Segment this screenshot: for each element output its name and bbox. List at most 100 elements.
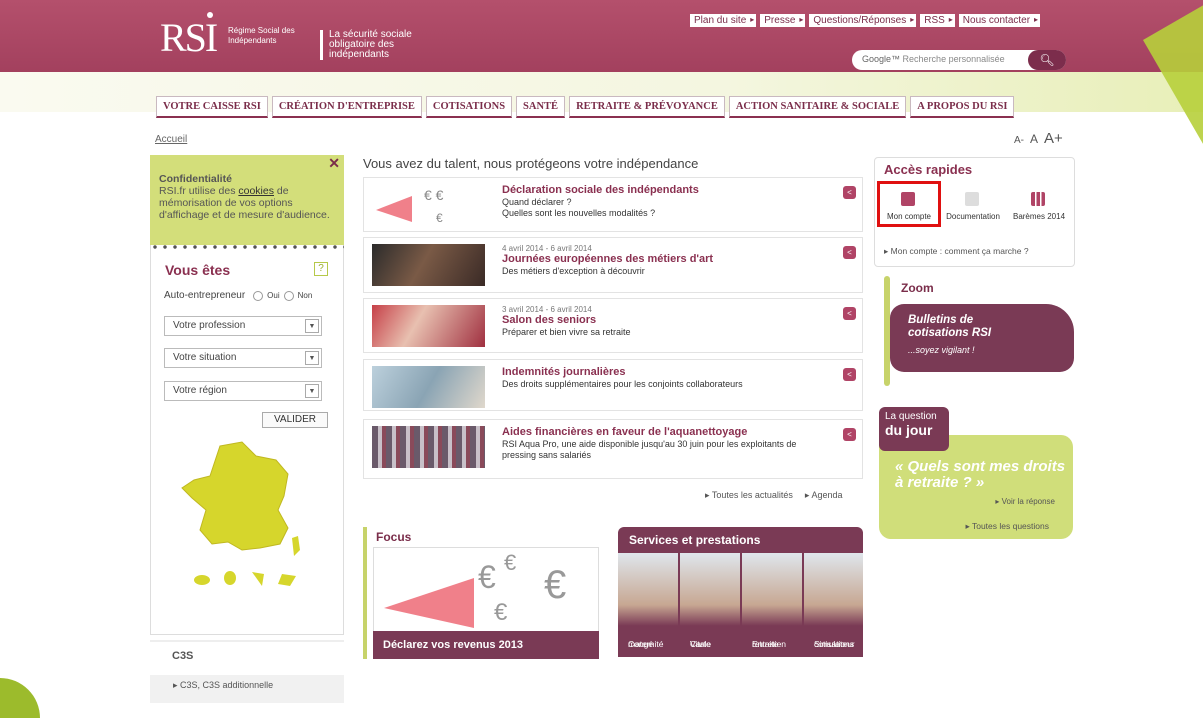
focus-block[interactable]: Focus € € € € Déclarez vos revenus 2013 [363, 527, 601, 659]
all-news-link[interactable]: ▸ Toutes les actualités [705, 490, 793, 501]
share-icon[interactable]: < [843, 186, 856, 199]
radio-non[interactable] [283, 290, 294, 301]
acces-rapides: Accès rapides Mon compte Documentation B… [874, 157, 1075, 267]
nav-a-propos[interactable]: A PROPOS DU RSI [910, 96, 1015, 118]
decor-wave [0, 678, 40, 718]
svg-text:€ €: € € [424, 187, 444, 203]
france-mainland[interactable] [181, 441, 289, 551]
focus-caption[interactable]: Déclarez vos revenus 2013 [373, 631, 599, 659]
documentation-label: Documentation [946, 212, 1000, 221]
chevron-down-icon: ▼ [305, 319, 319, 333]
question-tag-big: du jour [885, 422, 933, 438]
news-item[interactable]: Indemnités journalières Des droits suppl… [363, 359, 863, 411]
news-title[interactable]: Aides financières en faveur de l'aquanet… [502, 426, 832, 439]
baremes-button[interactable]: Barèmes 2014 [1007, 184, 1071, 228]
news-title[interactable]: Journées européennes des métiers d'art [502, 253, 832, 266]
search-icon[interactable]: 🔍︎ [1028, 50, 1066, 70]
select-region[interactable]: Votre région ▼ [164, 381, 322, 401]
logo-dot [207, 12, 213, 18]
news-item[interactable]: Aides financières en faveur de l'aquanet… [363, 419, 863, 479]
corsica[interactable] [292, 536, 300, 556]
dom-2[interactable] [224, 571, 236, 585]
dom-4[interactable] [278, 574, 296, 586]
service-simulateur[interactable]: Simulateur cotisations [804, 553, 863, 657]
svg-text:€: € [436, 211, 443, 225]
toutes-questions-label: Toutes les questions [971, 521, 1049, 531]
c3s-link[interactable]: ▸ C3S, C3S additionnelle [150, 675, 344, 703]
nav-retraite[interactable]: RETRAITE & PRÉVOYANCE [569, 96, 725, 118]
share-icon[interactable]: < [843, 307, 856, 320]
font-larger-button[interactable]: A+ [1044, 130, 1063, 147]
news-item[interactable]: € € € Déclaration sociale des indépendant… [363, 177, 863, 232]
documentation-button[interactable]: Documentation [941, 184, 1005, 228]
baremes-label: Barèmes 2014 [1012, 212, 1066, 221]
service-carte-vitale[interactable]: Carte Vitale [680, 553, 740, 657]
logo-subtitle: Régime Social des Indépendants [228, 26, 295, 45]
news-text: 3 avril 2014 - 6 avril 2014 Salon des se… [502, 305, 832, 338]
select-profession[interactable]: Votre profession ▼ [164, 316, 322, 336]
select-situation[interactable]: Votre situation ▼ [164, 348, 322, 368]
agenda-link[interactable]: ▸ Agenda [805, 490, 843, 501]
top-links: Plan du site Presse Questions/Réponses R… [690, 14, 1041, 27]
nav-creation[interactable]: CRÉATION D'ENTREPRISE [271, 96, 422, 118]
share-icon[interactable]: < [843, 428, 856, 441]
search-input[interactable]: Google™ Recherche personnalisée [862, 54, 1005, 64]
service-label-line-2: Vitale [690, 639, 712, 649]
top-link-contact[interactable]: Nous contacter [958, 14, 1041, 27]
top-link-presse[interactable]: Presse [760, 14, 806, 27]
zoom-card[interactable]: Bulletins de cotisations RSI ...soyez vi… [890, 304, 1074, 372]
share-icon[interactable]: < [843, 246, 856, 259]
c3s-link-label: C3S, C3S additionnelle [180, 680, 274, 690]
zoom-headline: Bulletins de cotisations RSI [908, 314, 992, 339]
france-map[interactable] [172, 440, 322, 590]
news-thumbnail [372, 366, 485, 408]
toutes-questions-link[interactable]: ▸ Toutes les questions [965, 521, 1049, 532]
help-icon[interactable]: ? [314, 262, 328, 276]
question-tag-small: La question [885, 411, 937, 422]
voir-reponse-link[interactable]: ▸ Voir la réponse [995, 497, 1055, 506]
focus-title: Focus [376, 530, 412, 544]
top-link-rss[interactable]: RSS [920, 14, 955, 27]
rsi-logo[interactable]: RSI Régime Social des Indépendants [160, 12, 310, 60]
service-entretien-retraite[interactable]: Entretien retraite [742, 553, 802, 657]
chevron-down-icon: ▼ [305, 384, 319, 398]
valider-button[interactable]: VALIDER [262, 412, 328, 428]
cookie-link[interactable]: cookies [238, 185, 274, 197]
search-box[interactable]: Google™ Recherche personnalisée 🔍︎ [852, 50, 1066, 70]
zoom-title: Zoom [901, 281, 934, 295]
news-desc: Des métiers d'exception à découvrir [502, 266, 645, 276]
google-label: Google™ [862, 54, 901, 64]
share-icon[interactable]: < [843, 368, 856, 381]
nav-cotisations[interactable]: COTISATIONS [425, 96, 513, 118]
breadcrumb[interactable]: Accueil [155, 134, 187, 145]
font-smaller-button[interactable]: A- [1014, 135, 1024, 146]
mon-compte-help-link[interactable]: ▸ Mon compte : comment ça marche ? [884, 246, 1029, 257]
news-item[interactable]: 3 avril 2014 - 6 avril 2014 Salon des se… [363, 298, 863, 353]
news-item[interactable]: 4 avril 2014 - 6 avril 2014 Journées eur… [363, 237, 863, 293]
news-title[interactable]: Salon des seniors [502, 314, 832, 327]
news-title[interactable]: Indemnités journalières [502, 366, 832, 379]
arrow-icon: ▸ [173, 680, 181, 690]
bar-chart-icon [1031, 192, 1045, 206]
auto-entrepreneur-row: Auto-entrepreneur Oui Non [164, 290, 312, 301]
top-link-plan[interactable]: Plan du site [690, 14, 757, 27]
news-date: 3 avril 2014 - 6 avril 2014 [502, 305, 592, 314]
all-news-label: Toutes les actualités [711, 490, 793, 500]
nav-votre-caisse[interactable]: VOTRE CAISSE RSI [156, 96, 268, 118]
non-label: Non [297, 291, 313, 300]
close-icon[interactable]: ✕ [328, 156, 340, 170]
dom-3[interactable] [252, 572, 264, 586]
news-text: Aides financières en faveur de l'aquanet… [502, 426, 832, 461]
font-size-controls: A- A A+ [1014, 130, 1063, 147]
zoom-block: Zoom Bulletins de cotisations RSI ...soy… [884, 276, 1084, 394]
nav-sante[interactable]: SANTÉ [516, 96, 566, 118]
font-normal-button[interactable]: A [1030, 132, 1038, 146]
news-title[interactable]: Déclaration sociale des indépendants [502, 184, 832, 197]
more-links: ▸ Toutes les actualités ▸ Agenda [705, 490, 842, 501]
oui-label: Oui [267, 291, 280, 300]
top-link-qr[interactable]: Questions/Réponses [809, 14, 917, 27]
service-conge-maternite[interactable]: Congé maternité [618, 553, 678, 657]
nav-action-sociale[interactable]: ACTION SANITAIRE & SOCIALE [728, 96, 907, 118]
radio-oui[interactable] [253, 290, 264, 301]
dom-1[interactable] [194, 575, 210, 585]
